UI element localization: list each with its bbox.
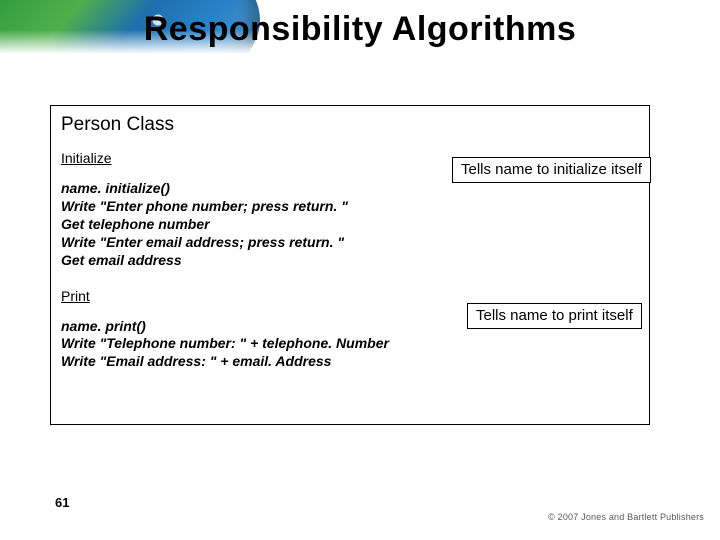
slide-title: Responsibility Algorithms — [0, 10, 720, 49]
callout-print: Tells name to print itself — [467, 303, 642, 329]
content-box: Person Class Initialize name. initialize… — [50, 105, 650, 425]
copyright-text: © 2007 Jones and Bartlett Publishers — [548, 512, 704, 522]
section-print-label: Print — [61, 288, 639, 304]
class-title: Person Class — [61, 114, 639, 136]
copyright: © 2007 Jones and Bartlett Publishers — [548, 512, 704, 522]
code-initialize: name. initialize() Write "Enter phone nu… — [61, 180, 639, 270]
page-number: 61 — [55, 495, 69, 510]
callout-initialize: Tells name to initialize itself — [452, 157, 651, 183]
